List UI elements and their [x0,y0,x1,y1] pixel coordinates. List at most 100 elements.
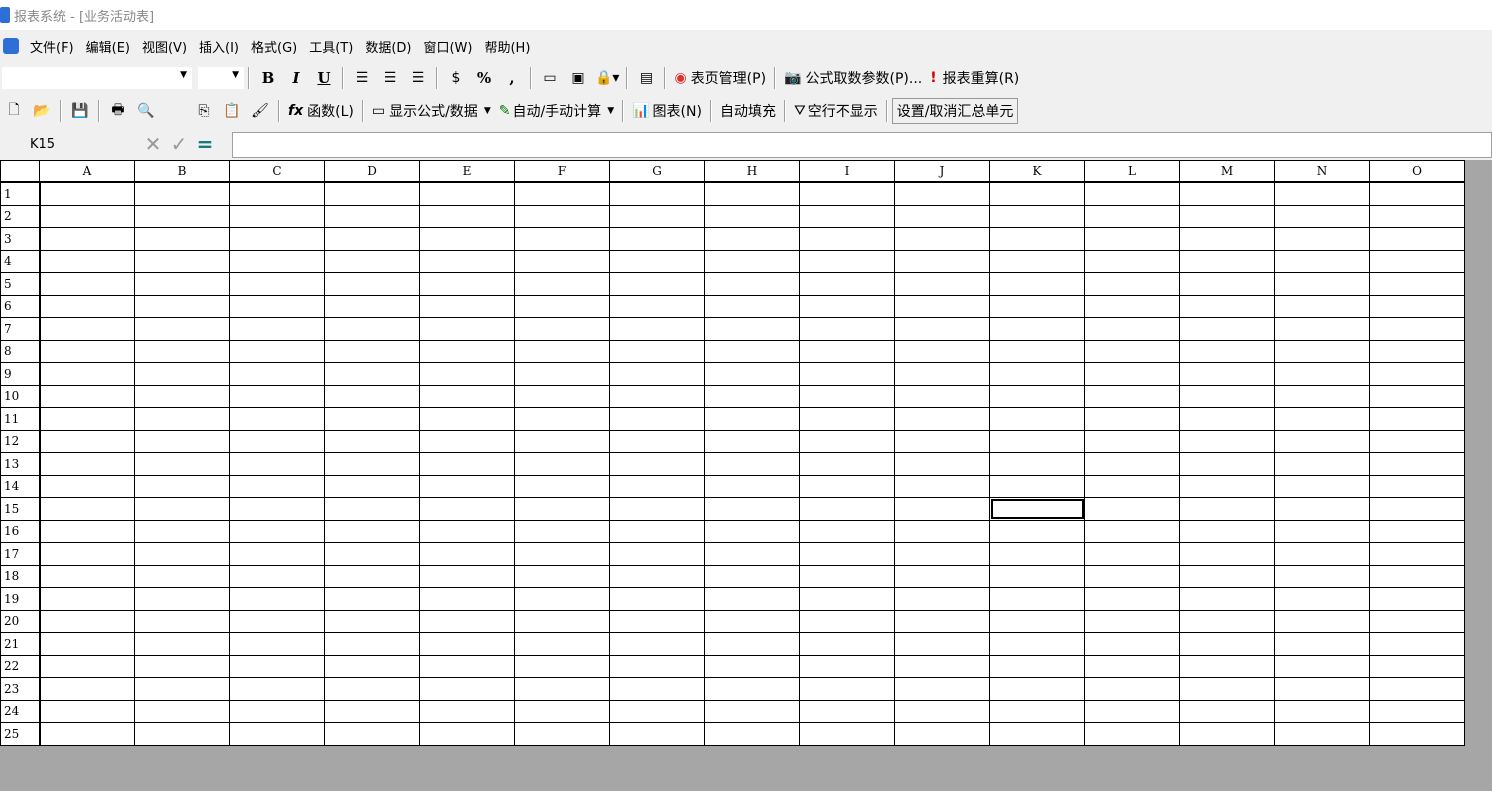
cell-I15[interactable] [799,497,895,521]
cell-O15[interactable] [1369,497,1465,521]
cell-C17[interactable] [229,542,325,566]
cell-O9[interactable] [1369,362,1465,386]
cell-H7[interactable] [704,317,800,341]
cell-H9[interactable] [704,362,800,386]
confirm-icon[interactable]: ✓ [166,132,192,156]
cell-L3[interactable] [1084,227,1180,251]
row-header-17[interactable]: 17 [0,542,41,566]
cell-C6[interactable] [229,294,325,318]
function-button[interactable]: fx 函数(L) [284,99,358,123]
menu-format[interactable]: 格式(G) [245,37,303,56]
cell-A16[interactable] [39,519,135,543]
align-right-icon[interactable]: ☰ [404,66,432,90]
cell-C18[interactable] [229,564,325,588]
row-header-18[interactable]: 18 [0,564,41,588]
menu-tools[interactable]: 工具(T) [303,37,359,56]
menu-view[interactable]: 视图(V) [136,37,193,56]
cell-G19[interactable] [609,587,705,611]
recalc-button[interactable]: ! 报表重算(R) [926,66,1023,90]
cell-G8[interactable] [609,339,705,363]
cell-I8[interactable] [799,339,895,363]
row-header-1[interactable]: 1 [0,181,41,206]
bold-button[interactable]: B [254,66,282,90]
cell-L21[interactable] [1084,632,1180,656]
cell-L12[interactable] [1084,429,1180,453]
percent-button[interactable]: % [470,66,498,90]
cell-I6[interactable] [799,294,895,318]
cell-E21[interactable] [419,632,515,656]
cell-E10[interactable] [419,384,515,408]
cell-I24[interactable] [799,699,895,723]
cell-H6[interactable] [704,294,800,318]
underline-button[interactable]: U [310,66,338,90]
cell-H1[interactable] [704,181,800,206]
cell-C25[interactable] [229,722,325,746]
cell-F18[interactable] [514,564,610,588]
cell-O19[interactable] [1369,587,1465,611]
cell-H18[interactable] [704,564,800,588]
cell-C21[interactable] [229,632,325,656]
format-painter-icon[interactable]: 🖌 [246,99,274,123]
cell-C7[interactable] [229,317,325,341]
cell-A5[interactable] [39,272,135,296]
cell-N24[interactable] [1274,699,1370,723]
cell-H17[interactable] [704,542,800,566]
cell-H20[interactable] [704,609,800,633]
cell-C4[interactable] [229,249,325,273]
cell-E3[interactable] [419,227,515,251]
row-header-4[interactable]: 4 [0,249,41,273]
cell-F3[interactable] [514,227,610,251]
cell-D25[interactable] [324,722,420,746]
cell-K1[interactable] [989,181,1085,206]
cell-B1[interactable] [134,181,230,206]
cell-O7[interactable] [1369,317,1465,341]
cell-B24[interactable] [134,699,230,723]
cell-I17[interactable] [799,542,895,566]
cell-K14[interactable] [989,474,1085,498]
cell-J14[interactable] [894,474,990,498]
cell-I20[interactable] [799,609,895,633]
cell-F20[interactable] [514,609,610,633]
cell-A7[interactable] [39,317,135,341]
cell-F23[interactable] [514,677,610,701]
cell-I1[interactable] [799,181,895,206]
cell-C15[interactable] [229,497,325,521]
print-preview-icon[interactable]: 🔍 [132,99,160,123]
hide-empty-button[interactable]: ⛛ 空行不显示 [790,99,882,123]
cell-N19[interactable] [1274,587,1370,611]
cell-D14[interactable] [324,474,420,498]
cell-I21[interactable] [799,632,895,656]
cell-K12[interactable] [989,429,1085,453]
cell-L6[interactable] [1084,294,1180,318]
cell-M17[interactable] [1179,542,1275,566]
cell-D15[interactable] [324,497,420,521]
cell-O12[interactable] [1369,429,1465,453]
cell-H3[interactable] [704,227,800,251]
cell-F15[interactable] [514,497,610,521]
cell-G24[interactable] [609,699,705,723]
cell-G14[interactable] [609,474,705,498]
row-header-5[interactable]: 5 [0,272,41,296]
cell-A21[interactable] [39,632,135,656]
new-file-icon[interactable]: 🗋 [0,99,28,123]
cell-M21[interactable] [1179,632,1275,656]
cell-D24[interactable] [324,699,420,723]
cell-K2[interactable] [989,204,1085,228]
row-header-10[interactable]: 10 [0,384,41,408]
cell-A19[interactable] [39,587,135,611]
cell-D4[interactable] [324,249,420,273]
cell-D2[interactable] [324,204,420,228]
cell-B17[interactable] [134,542,230,566]
cell-K21[interactable] [989,632,1085,656]
cell-F2[interactable] [514,204,610,228]
cell-C19[interactable] [229,587,325,611]
cell-F19[interactable] [514,587,610,611]
cell-J21[interactable] [894,632,990,656]
cell-C22[interactable] [229,654,325,678]
comma-button[interactable]: , [498,66,526,90]
cell-L4[interactable] [1084,249,1180,273]
cell-B18[interactable] [134,564,230,588]
cell-A10[interactable] [39,384,135,408]
font-size-select[interactable]: ▼ [198,67,244,89]
cell-M5[interactable] [1179,272,1275,296]
